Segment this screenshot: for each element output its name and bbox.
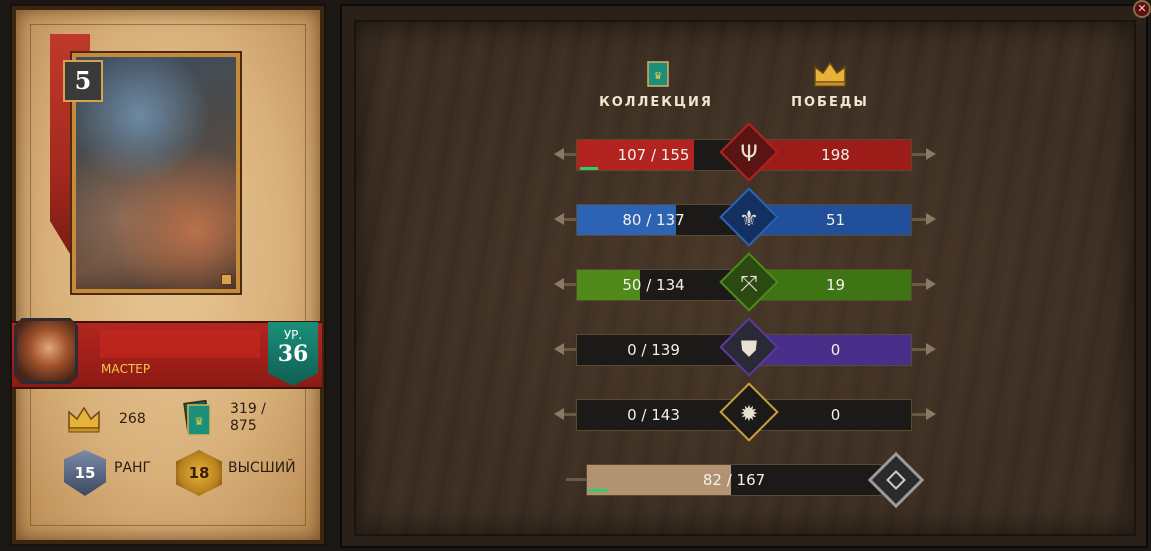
- crown-icon: [68, 406, 100, 433]
- faction-row[interactable]: 0 / 139 0 ⛊: [554, 317, 936, 377]
- cards-owned-count: 319 /: [230, 401, 266, 417]
- overall-collection-bar[interactable]: 82 / 167: [586, 464, 882, 496]
- spear-tip-left: [554, 213, 564, 225]
- player-name-redacted: [100, 330, 260, 358]
- overall-collection-text: 82 / 167: [702, 471, 766, 489]
- spear-tip-left: [554, 278, 564, 290]
- monsters-icon: Ψ: [740, 142, 758, 167]
- victories-header: ПОБЕДЫ: [791, 95, 869, 110]
- northern-realms-icon: ⚜: [739, 207, 759, 232]
- skellige-icon: ⛊: [740, 337, 758, 362]
- faction-row[interactable]: 0 / 143 0 ✹: [554, 382, 936, 442]
- spear-tip-right: [926, 278, 936, 290]
- svg-text:♛: ♛: [654, 71, 663, 82]
- spear-tip-right: [926, 213, 936, 225]
- card-collection-icon: ♛: [183, 400, 211, 436]
- card-rarity-icon: [221, 274, 232, 285]
- collection-text: 0 / 139: [627, 341, 680, 359]
- close-icon[interactable]: ✕: [1133, 0, 1151, 18]
- collection-bar[interactable]: 50 / 134: [576, 269, 746, 301]
- rank-label: РАНГ: [114, 460, 152, 476]
- victories-header-icon: [814, 61, 846, 87]
- collection-text: 50 / 134: [622, 276, 685, 294]
- spear-tip-left: [554, 343, 564, 355]
- avatar[interactable]: [14, 318, 78, 384]
- svg-text:♛: ♛: [194, 415, 204, 428]
- crowns-count: 268: [119, 411, 146, 427]
- spear-tip-left: [554, 408, 564, 420]
- collection-text: 107 / 155: [617, 146, 690, 164]
- collection-bar[interactable]: 0 / 143: [576, 399, 746, 431]
- collection-bar[interactable]: 0 / 139: [576, 334, 746, 366]
- level-value: 36: [277, 341, 309, 367]
- collection-text: 80 / 137: [622, 211, 685, 229]
- progress-tick: [580, 167, 598, 170]
- level-label: УР.: [283, 328, 303, 342]
- collection-header: КОЛЛЕКЦИЯ: [599, 95, 713, 110]
- level-badge: УР. 36: [268, 322, 318, 386]
- spear-tip-right: [926, 343, 936, 355]
- faction-row[interactable]: 50 / 134 19 ⤧: [554, 252, 936, 312]
- spear-tip-right: [926, 408, 936, 420]
- cards-total-count: 875: [230, 418, 257, 434]
- overall-spear: [566, 478, 588, 481]
- spear-tip-left: [554, 148, 564, 160]
- collection-bar[interactable]: 107 / 155: [576, 139, 746, 171]
- collection-text: 0 / 143: [627, 406, 680, 424]
- player-title: МАСТЕР: [101, 362, 151, 376]
- card-strength: 5: [63, 60, 103, 102]
- faction-row[interactable]: 107 / 155 198 Ψ: [554, 122, 936, 182]
- spear-tip-right: [926, 148, 936, 160]
- cards-owned: 319 / 875: [230, 401, 266, 435]
- tier-label: ВЫСШИЙ: [228, 460, 296, 476]
- overall-progress-tick: [589, 489, 607, 492]
- faction-row[interactable]: 80 / 137 51 ⚜: [554, 187, 936, 247]
- collection-header-icon: ♛: [647, 61, 669, 87]
- scoiatael-icon: ⤧: [740, 272, 758, 297]
- collection-bar[interactable]: 80 / 137: [576, 204, 746, 236]
- nilfgaard-icon: ✹: [739, 402, 759, 427]
